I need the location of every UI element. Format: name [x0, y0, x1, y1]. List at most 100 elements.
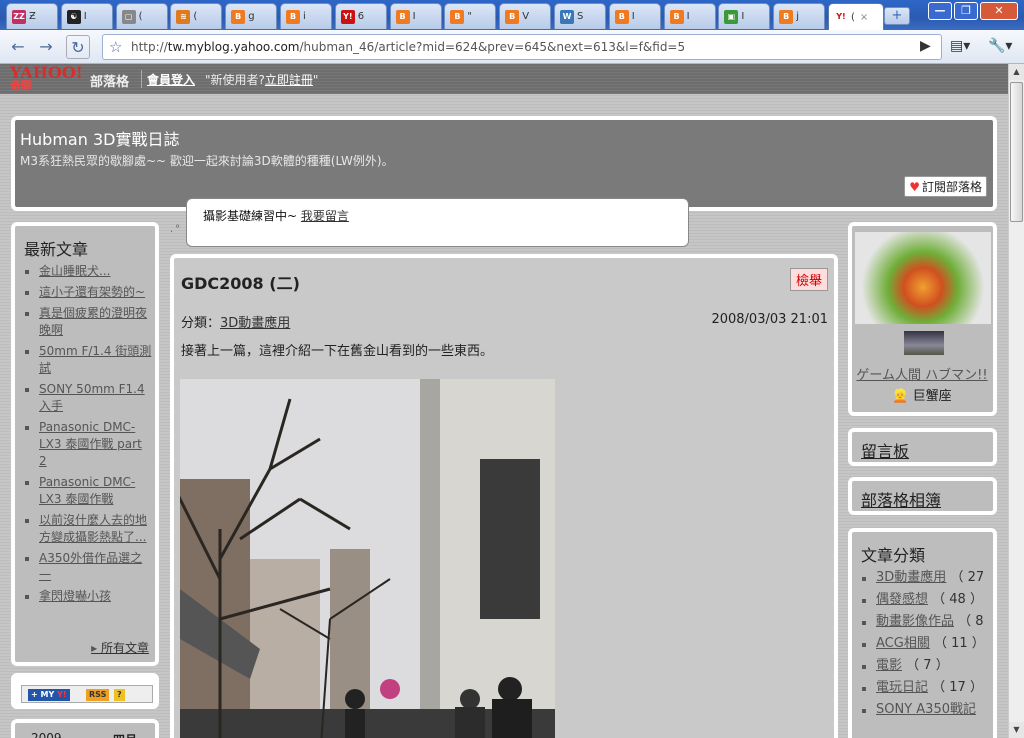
report-button[interactable]: 檢舉 — [789, 268, 828, 291]
category-link[interactable]: ACG相關 — [876, 636, 930, 651]
leave-message-link[interactable]: 我要留言 — [301, 209, 349, 223]
category-count: （ 17 ） — [932, 680, 983, 695]
tab-1[interactable]: ☯ I — [60, 3, 113, 29]
blog-link[interactable]: 部落格 — [90, 71, 129, 90]
recent-post-link[interactable]: 金山睡眠犬... — [39, 264, 110, 278]
category-count: （ 8 — [958, 614, 984, 629]
recent-post-item: Panasonic DMC-LX3 泰國作戰 — [23, 474, 153, 508]
tab-favicon-icon: Y! — [340, 9, 355, 24]
new-tab-button[interactable]: + — [884, 7, 910, 25]
new-user-prompt: "新使用者?立即註冊" — [205, 73, 319, 87]
heart-icon: ♥ — [909, 180, 920, 194]
all-posts-link[interactable]: 所有文章 — [91, 639, 149, 656]
tab-7[interactable]: BI — [389, 3, 442, 29]
tab-8[interactable]: B " — [444, 3, 497, 29]
yahoo-logo[interactable]: YAHOO! 奇摩 — [10, 65, 83, 92]
calendar-year: 2009 — [31, 731, 62, 738]
recent-post-item: 以前沒什麼人去的地方變成攝影熱點了... — [23, 512, 153, 546]
tab-active[interactable]: Y! ( × — [828, 3, 884, 30]
address-bar[interactable]: ☆ http://tw.myblog.yahoo.com/hubman_46/ar… — [102, 34, 942, 60]
article-category: 分類：3D動畫應用 — [181, 316, 291, 331]
category-link[interactable]: 3D動畫應用 — [220, 316, 290, 331]
scrollbar-thumb[interactable] — [1010, 82, 1023, 222]
tab-4[interactable]: Bg — [225, 3, 278, 29]
blog-title[interactable]: Hubman 3D實戰日誌 — [20, 126, 179, 150]
divider — [141, 70, 142, 88]
recent-post-link[interactable]: Panasonic DMC-LX3 泰國作戰 — [39, 475, 135, 506]
recent-post-link[interactable]: 拿閃燈嚇小孩 — [39, 589, 111, 603]
person-icon: 👱 — [892, 389, 909, 404]
tab-title: I — [741, 11, 745, 22]
category-link[interactable]: 電影 — [876, 658, 902, 673]
tab-title: i — [303, 11, 306, 22]
recent-post-link[interactable]: SONY 50mm F1.4 入手 — [39, 382, 145, 413]
register-link[interactable]: 立即註冊 — [265, 73, 313, 87]
tab-6[interactable]: Y! 6 — [334, 3, 387, 29]
category-item: 3D動畫應用 （ 27 — [860, 569, 990, 587]
profile-name-link[interactable]: ゲーム人間 ハブマン!! — [852, 364, 992, 383]
tab-title: g — [248, 11, 255, 22]
tab-title: V — [522, 11, 530, 22]
close-window-button[interactable]: ✕ — [980, 2, 1018, 20]
street-photo[interactable] — [180, 379, 555, 738]
forward-button[interactable]: → — [34, 35, 58, 59]
go-icon[interactable]: ▶ — [920, 38, 931, 54]
reload-button[interactable]: ↻ — [66, 35, 90, 59]
scroll-up-arrow-icon[interactable]: ▲ — [1009, 64, 1024, 80]
category-count: （ 48 ） — [932, 592, 983, 607]
tab-10[interactable]: WS — [554, 3, 606, 29]
tab-title: Ƶ — [29, 11, 36, 22]
tab-14[interactable]: Bj — [773, 3, 826, 29]
guestbook-link[interactable]: 留言板 — [861, 438, 909, 462]
tab-title: j — [796, 11, 799, 22]
category-item: 動畫影像作品 （ 8 — [860, 613, 990, 631]
maximize-button[interactable]: ❐ — [954, 2, 978, 20]
browser-toolbar: ← → ↻ ☆ http://tw.myblog.yahoo.com/hubman… — [0, 30, 1024, 64]
page-menu-icon[interactable]: ▤▾ — [950, 38, 970, 54]
recent-post-link[interactable]: Panasonic DMC-LX3 泰國作戰 part 2 — [39, 420, 142, 468]
category-link[interactable]: 動畫影像作品 — [876, 614, 954, 629]
tab-title: I — [83, 11, 87, 22]
wrench-menu-icon[interactable]: 🔧▾ — [988, 38, 1012, 54]
recent-post-link[interactable]: 真是個疲累的澄明夜晚啊 — [39, 306, 147, 337]
recent-post-link[interactable]: 這小子還有架勢的~ — [39, 285, 145, 299]
categories-title: 文章分類 — [861, 546, 926, 565]
page-scrollbar[interactable]: ▲ ▼ — [1008, 64, 1024, 738]
category-item: 電玩日記 （ 17 ） — [860, 679, 990, 697]
tab-2[interactable]: ▢( — [115, 3, 168, 29]
close-tab-icon[interactable]: × — [860, 12, 868, 23]
recent-post-link[interactable]: 50mm F/1.4 街頭測試 — [39, 344, 151, 375]
profile-thumbnail[interactable] — [904, 331, 944, 355]
category-link[interactable]: 偶發感想 — [876, 592, 928, 607]
subscribe-button[interactable]: ♥ 訂閱部落格 — [904, 176, 987, 197]
url-path: /hubman_46/article?mid=624&prev=645&next… — [299, 40, 686, 54]
back-button[interactable]: ← — [6, 35, 30, 59]
tab-13[interactable]: ▣ I — [718, 3, 771, 29]
recent-post-link[interactable]: 以前沒什麼人去的地方變成攝影熱點了... — [39, 513, 147, 544]
blog-album-link[interactable]: 部落格相簿 — [861, 487, 941, 511]
tab-5[interactable]: Bi — [280, 3, 332, 29]
tab-3[interactable]: ≋( — [170, 3, 223, 29]
tab-favicon-icon: B — [669, 9, 684, 24]
rss-button[interactable]: RSS — [86, 689, 110, 701]
tab-12[interactable]: BI — [663, 3, 716, 29]
bookmark-star-icon[interactable]: ☆ — [109, 35, 122, 59]
profile-image[interactable] — [855, 232, 991, 324]
help-icon[interactable]: ? — [114, 689, 125, 701]
tab-9[interactable]: BV — [499, 3, 552, 29]
add-my-yahoo-button[interactable]: + MY Y! — [28, 689, 70, 701]
login-link[interactable]: 會員登入 — [147, 71, 195, 88]
tab-title: I — [412, 11, 416, 22]
tab-0[interactable]: ZZ Ƶ — [6, 3, 58, 29]
recent-post-link[interactable]: A350外借作品選之一 — [39, 551, 142, 582]
category-link[interactable]: 電玩日記 — [876, 680, 928, 695]
tab-title: ( — [138, 11, 143, 22]
minimize-button[interactable]: — — [928, 2, 952, 20]
tab-title: S — [577, 11, 584, 22]
category-link[interactable]: 3D動畫應用 — [876, 570, 946, 585]
tab-favicon-icon: B — [779, 9, 794, 24]
category-link[interactable]: SONY A350戰記 — [876, 702, 976, 717]
tab-11[interactable]: BI — [608, 3, 661, 29]
scroll-down-arrow-icon[interactable]: ▼ — [1009, 722, 1024, 738]
recent-post-item: A350外借作品選之一 — [23, 550, 153, 584]
